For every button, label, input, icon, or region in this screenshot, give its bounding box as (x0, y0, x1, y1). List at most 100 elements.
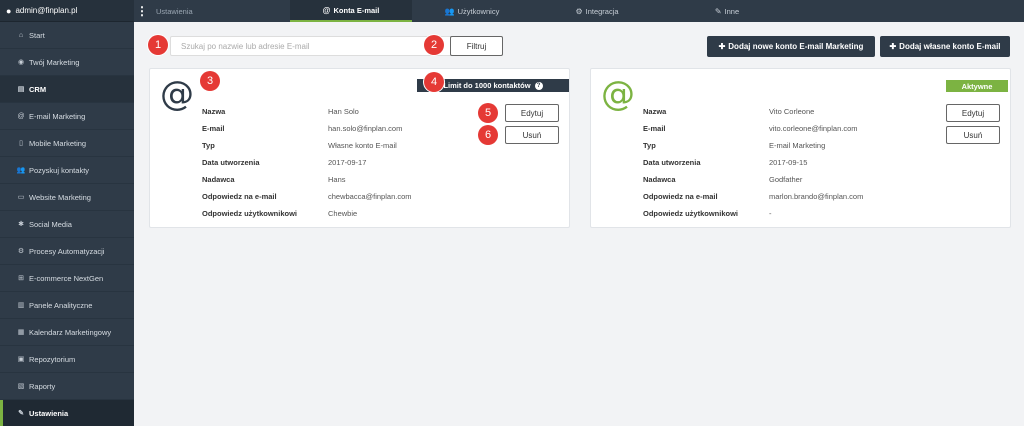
account-reply-email: marlon.brando@finplan.com (769, 192, 864, 201)
field-label: Odpowiedz na e-mail (643, 192, 718, 201)
status-badge: Aktywne (946, 80, 1008, 92)
tab-ustawienia[interactable]: Ustawienia (150, 0, 270, 22)
at-icon: @ (322, 5, 331, 15)
field-label: Odpowiedz na e-mail (202, 192, 277, 201)
add-email-marketing-button[interactable]: ✚ Dodaj nowe konto E-mail Marketing (707, 36, 875, 57)
field-label: E-mail (202, 124, 225, 133)
sidebar-item-start[interactable]: ⌂ Start (0, 22, 134, 49)
sidebar-item-ustawienia[interactable]: ✎ Ustawienia (0, 400, 134, 426)
annotation-marker: 1 (148, 35, 168, 55)
sidebar-item-raporty[interactable]: ▧ Raporty (0, 373, 134, 400)
archive-icon: ▣ (17, 356, 25, 363)
field-label: Data utworzenia (202, 158, 260, 167)
sidebar-item-label: Twój Marketing (29, 57, 80, 67)
account-sender: Godfather (769, 175, 803, 184)
account-reply-email: chewbacca@finplan.com (328, 192, 412, 201)
add-own-email-button[interactable]: ✚ Dodaj własne konto E-mail (880, 36, 1010, 57)
chart-icon: ▥ (17, 302, 25, 309)
sidebar-item-procesy-automatyzacji[interactable]: ⚙ Procesy Automatyzacji (0, 238, 134, 265)
edit-button[interactable]: Edytuj (505, 104, 559, 122)
sidebar-item-ecommerce[interactable]: ⊞ E-commerce NextGen (0, 265, 134, 292)
annotation-marker: 2 (424, 35, 444, 55)
sidebar-item-panele-analityczne[interactable]: ▥ Panele Analityczne (0, 292, 134, 319)
mobile-icon: ▯ (19, 140, 23, 147)
sidebar-item-email-marketing[interactable]: @ E-mail Marketing (0, 103, 134, 130)
group-icon: ✱ (18, 221, 24, 228)
account-email: han.solo@finplan.com (328, 124, 403, 133)
main-content: Filtruj ✚Dodaj nowe konto E-mail Marketi… (134, 22, 1024, 426)
annotation-marker: 5 (478, 103, 498, 123)
sidebar-item-label: Ustawienia (29, 408, 69, 418)
cogs-icon: ⚙ (575, 6, 583, 16)
sidebar-item-label: Kalendarz Marketingowy (29, 327, 112, 337)
sidebar-item-label: Repozytorium (29, 354, 76, 364)
user-icon: ● (6, 5, 12, 16)
tab-label: Inne (724, 6, 740, 16)
account-created: 2017-09-15 (769, 158, 808, 167)
tab-integracja[interactable]: ⚙ Integracja (532, 0, 662, 22)
tab-label: Użytkownicy (457, 6, 500, 16)
at-icon: @ (601, 74, 635, 114)
button-label: Dodaj nowe konto E-mail Marketing (728, 42, 864, 51)
sidebar-item-social-media[interactable]: ✱ Social Media (0, 211, 134, 238)
at-icon: @ (17, 112, 25, 120)
limit-label: Limit do 1000 kontaktów (443, 81, 531, 90)
delete-button[interactable]: Usuń (505, 126, 559, 144)
delete-button[interactable]: Usuń (946, 126, 1000, 144)
tab-konta-email[interactable]: @ Konta E-mail (290, 0, 412, 22)
sidebar-item-label: E-mail Marketing (29, 111, 86, 121)
users-icon: 👥 (16, 167, 26, 174)
help-icon[interactable]: ? (534, 81, 543, 90)
users-icon: 👥 (444, 6, 455, 16)
account-type: E-mail Marketing (769, 141, 826, 150)
account-details: Nazwa Han Solo E-mail han.solo@finplan.com… (202, 103, 412, 222)
field-label: Nadawca (643, 175, 676, 184)
edit-button[interactable]: Edytuj (946, 104, 1000, 122)
account-name: Han Solo (328, 107, 359, 116)
account-reply-user: - (769, 209, 772, 218)
wrench-icon: ✎ (18, 410, 24, 417)
search-input[interactable] (170, 36, 456, 56)
account-created: 2017-09-17 (328, 158, 367, 167)
sidebar: ● admin@finplan.pl ⌂ Start ◉ Twój Marketin… (0, 0, 134, 426)
user-menu[interactable]: ● admin@finplan.pl (0, 0, 134, 22)
sidebar-item-label: CRM (29, 84, 47, 94)
sidebar-item-label: Raporty (29, 381, 56, 391)
button-label: Dodaj własne konto E-mail (899, 42, 1001, 51)
sidebar-item-website-marketing[interactable]: ▭ Website Marketing (0, 184, 134, 211)
sidebar-item-kalendarz[interactable]: ▦ Kalendarz Marketingowy (0, 319, 134, 346)
sidebar-item-label: Website Marketing (29, 192, 91, 202)
field-label: Nadawca (202, 175, 235, 184)
sidebar-item-label: Pozyskuj kontakty (29, 165, 90, 175)
sidebar-item-mobile-marketing[interactable]: ▯ Mobile Marketing (0, 130, 134, 157)
sidebar-item-repozytorium[interactable]: ▣ Repozytorium (0, 346, 134, 373)
sidebar-item-label: Panele Analityczne (29, 300, 93, 310)
sidebar-item-label: Mobile Marketing (29, 138, 87, 148)
eye-icon: ◉ (17, 59, 25, 66)
sidebar-item-label: Procesy Automatyzacji (29, 246, 105, 256)
field-label: Typ (202, 141, 215, 150)
annotation-marker: 6 (478, 125, 498, 145)
tab-inne[interactable]: ✎ Inne (662, 0, 792, 22)
top-navigation: ⋮ Ustawienia @ Konta E-mail 👥 Użytkownicy … (134, 0, 1024, 22)
menu-toggle-icon[interactable]: ⋮ (134, 4, 150, 18)
tab-uzytkownicy[interactable]: 👥 Użytkownicy (412, 0, 532, 22)
plus-icon: ✚ (718, 42, 726, 51)
at-icon: @ (160, 74, 194, 114)
email-account-card: @ Aktywne Nazwa Vito Corleone E-mail vito.… (590, 68, 1011, 228)
tab-label: Konta E-mail (333, 5, 380, 15)
account-sender: Hans (328, 175, 346, 184)
account-details: Nazwa Vito Corleone E-mail vito.corleone@f… (643, 103, 863, 222)
sidebar-item-crm[interactable]: ▤ CRM (0, 76, 134, 103)
filter-button[interactable]: Filtruj (450, 36, 503, 56)
crm-icon: ▤ (17, 86, 25, 93)
field-label: Nazwa (202, 107, 226, 116)
field-label: Data utworzenia (643, 158, 701, 167)
annotation-marker: 3 (200, 71, 220, 91)
sidebar-item-pozyskuj-kontakty[interactable]: 👥 Pozyskuj kontakty (0, 157, 134, 184)
account-type: Własne konto E-mail (328, 141, 397, 150)
grid-icon: ⊞ (18, 275, 24, 282)
sidebar-item-twoj-marketing[interactable]: ◉ Twój Marketing (0, 49, 134, 76)
field-label: Odpowiedz użytkownikowi (202, 209, 298, 218)
tab-label: Integracja (585, 6, 619, 16)
